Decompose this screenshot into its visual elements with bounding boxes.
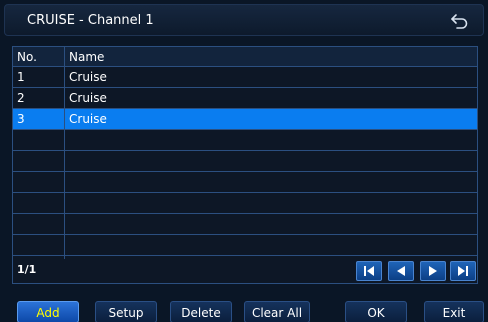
clear-all-button[interactable]: Clear All (244, 301, 310, 322)
row-name: Cruise (69, 112, 107, 126)
row-number: 3 (17, 112, 25, 126)
back-button[interactable] (449, 11, 471, 31)
title-bar: CRUISE - Channel 1 (4, 4, 484, 36)
table-row[interactable] (13, 193, 477, 214)
table-row[interactable] (13, 172, 477, 193)
cruise-table: No. Name 1 Cruise 2 Cruise 3 Cruise (13, 47, 477, 259)
first-page-icon (364, 266, 374, 276)
page-indicator: 1/1 (17, 263, 37, 276)
column-divider (64, 47, 65, 259)
back-arrow-icon (451, 14, 468, 29)
row-name: Cruise (69, 91, 107, 105)
table-row[interactable] (13, 151, 477, 172)
cruise-dialog: CRUISE - Channel 1 No. Name 1 Cruise 2 C… (0, 0, 488, 322)
window-title: CRUISE - Channel 1 (27, 13, 154, 28)
cruise-list-panel: No. Name 1 Cruise 2 Cruise 3 Cruise 1/1 (12, 46, 478, 284)
next-page-icon (429, 266, 437, 276)
add-button[interactable]: Add (17, 301, 79, 322)
first-page-button[interactable] (356, 261, 382, 281)
table-row[interactable]: 1 Cruise (13, 67, 477, 88)
next-page-button[interactable] (420, 261, 446, 281)
previous-page-button[interactable] (388, 261, 414, 281)
table-row[interactable] (13, 214, 477, 235)
column-header-name: Name (69, 50, 105, 64)
delete-button[interactable]: Delete (170, 301, 232, 322)
pagination-bar: 1/1 (13, 259, 477, 283)
row-number: 1 (17, 70, 25, 84)
column-header-no: No. (17, 50, 37, 64)
last-page-icon (458, 266, 468, 276)
table-row[interactable] (13, 235, 477, 256)
exit-button[interactable]: Exit (424, 301, 484, 322)
row-number: 2 (17, 91, 25, 105)
row-name: Cruise (69, 70, 107, 84)
table-row[interactable]: 2 Cruise (13, 88, 477, 109)
table-row-selected[interactable]: 3 Cruise (13, 109, 477, 130)
setup-button[interactable]: Setup (95, 301, 157, 322)
ok-button[interactable]: OK (345, 301, 407, 322)
table-header-row: No. Name (13, 47, 477, 67)
table-row[interactable] (13, 130, 477, 151)
previous-page-icon (397, 266, 405, 276)
last-page-button[interactable] (450, 261, 476, 281)
